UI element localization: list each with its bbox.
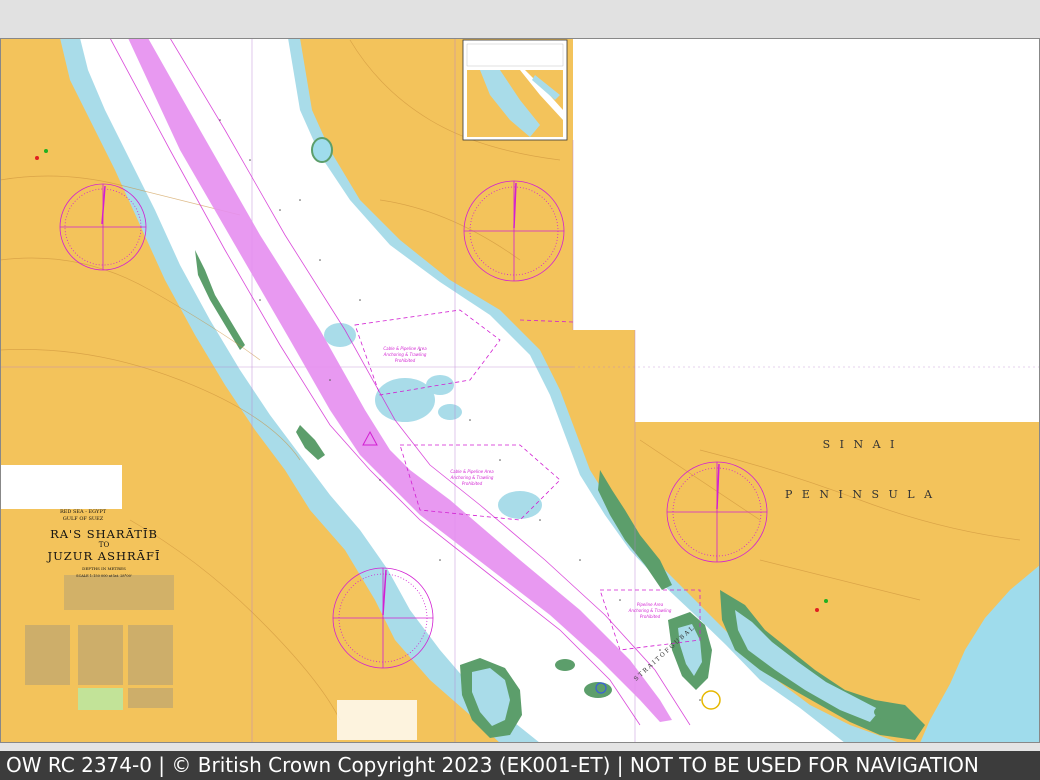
header-small-2: GULF OF SUEZ — [63, 516, 104, 522]
depths-note: DEPTHS IN METRES — [82, 566, 126, 571]
reef-small — [874, 704, 906, 720]
light-red-icon — [35, 156, 39, 160]
shoal-patch — [324, 323, 356, 347]
region-label-sinai: S I N A I — [823, 438, 898, 451]
header-small-1: RED SEA - EGYPT — [60, 509, 107, 515]
viewer-top-bar — [0, 0, 1040, 38]
chart-title-connector: TO — [99, 541, 110, 549]
annotation-line: Prohibited — [462, 481, 483, 486]
lagoon — [311, 137, 333, 163]
annotation-line: Pipeline Area — [637, 602, 664, 607]
chart-title-line-1: RA'S SHARĀTĪB — [50, 527, 158, 541]
chart-canvas[interactable]: RED SEA - EGYPT GULF OF SUEZ RA'S SHARĀT… — [0, 38, 1040, 743]
annotation-line: Anchoring & Trawling — [383, 352, 427, 357]
scale-note: SCALE 1:150 000 at lat. 28°00' — [76, 574, 132, 578]
shoal-patch — [498, 491, 542, 519]
annotation-line: Anchoring & Trawling — [450, 475, 494, 480]
chart-title-line-2: JUZUR ASHRĀFĪ — [47, 549, 161, 563]
nautical-chart[interactable]: RED SEA - EGYPT GULF OF SUEZ RA'S SHARĀT… — [0, 38, 1040, 743]
light-red-icon — [815, 608, 819, 612]
annotation-line: Prohibited — [395, 358, 416, 363]
annotation-line: Cable & Pipeline Area — [383, 346, 427, 351]
annotation-line: Prohibited — [640, 614, 661, 619]
shoal-patch — [438, 404, 462, 420]
shoal-patch — [426, 375, 454, 395]
region-label-peninsula: P E N I N S U L A — [785, 488, 935, 501]
light-green-icon — [824, 599, 828, 603]
copyright-caption: OW RC 2374-0 | © British Crown Copyright… — [0, 751, 1040, 780]
light-green-icon — [44, 149, 48, 153]
annotation-line: Anchoring & Trawling — [628, 608, 672, 613]
reef-small — [555, 659, 575, 671]
annotation-line: Cable & Pipeline Area — [450, 469, 494, 474]
legend-blank — [0, 465, 122, 509]
inset-map — [462, 39, 568, 141]
blank-area-right — [573, 38, 1040, 422]
